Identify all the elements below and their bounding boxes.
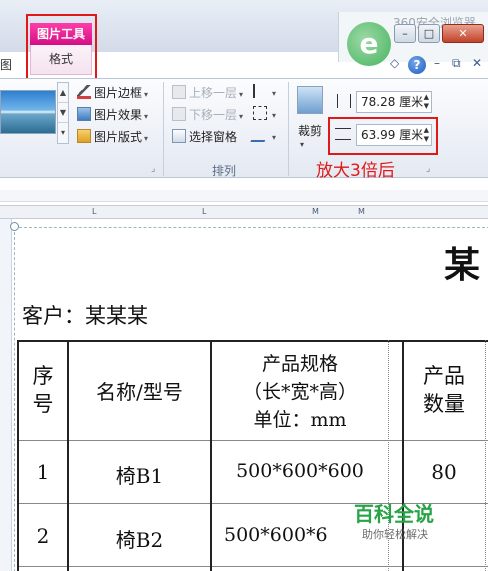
height-icon — [337, 94, 351, 108]
cell-boundary — [485, 340, 486, 571]
gallery-up-icon[interactable]: ▲ — [58, 83, 68, 103]
crop-dropdown-icon[interactable]: ▾ — [300, 140, 304, 149]
watermark-subtitle: 助你轻松解决 — [362, 528, 428, 541]
row-2-seq: 2 — [36, 524, 50, 548]
divider — [288, 82, 289, 176]
header-qty: 产品 数量 — [423, 364, 465, 416]
align-button[interactable]: ▾ — [253, 84, 276, 102]
row-2-name: 椅B2 — [115, 528, 164, 552]
annotation-text: 放大3倍后 — [316, 161, 395, 181]
picture-styles-launcher-icon[interactable]: ⌟ — [151, 164, 155, 174]
document-top-band — [0, 190, 488, 202]
doc-close-icon[interactable]: ✕ — [472, 56, 482, 74]
group-button[interactable]: ▾ — [253, 106, 276, 124]
table-border — [17, 440, 488, 441]
group-icon — [253, 106, 267, 120]
horizontal-ruler[interactable]: L L M M — [0, 205, 488, 219]
doc-restore-icon[interactable]: ⧉ — [452, 56, 461, 74]
table-border — [17, 566, 488, 567]
gallery-more-icon[interactable]: ▾ — [58, 123, 68, 143]
picture-effects-button[interactable]: 图片效果 ▾ — [77, 106, 148, 124]
vertical-ruler — [0, 219, 12, 571]
gallery-scroll[interactable]: ▲ ▼ ▾ — [57, 82, 69, 144]
send-backward-button[interactable]: 下移一层 ▾ — [172, 106, 243, 124]
document-title-partial: 某 — [444, 244, 481, 286]
rotate-icon — [250, 128, 270, 142]
bring-forward-icon — [172, 85, 186, 99]
bring-forward-button[interactable]: 上移一层 ▾ — [172, 84, 243, 102]
ribbon-tab-partial[interactable]: 图 — [0, 56, 12, 73]
watermark-title: 百科全说 — [354, 502, 434, 526]
highlight-box-format-tab — [26, 14, 97, 80]
height-input[interactable]: 78.28 厘米 ▲ ▼ — [356, 91, 432, 113]
height-spinner-icon[interactable]: ▲ ▼ — [424, 93, 429, 111]
help-icon[interactable]: ? — [408, 56, 426, 74]
row-1-qty: 80 — [431, 460, 457, 484]
align-icon — [253, 84, 267, 98]
watermark: 百科全说 助你轻松解决 — [340, 496, 458, 548]
header-seq: 序 号 — [32, 364, 54, 416]
customer-line: 客户：某某某 — [22, 304, 148, 328]
pen-icon — [77, 85, 91, 99]
close-button[interactable]: ✕ — [442, 24, 484, 43]
table-border — [17, 340, 488, 342]
crop-icon[interactable] — [297, 86, 323, 114]
size-launcher-icon[interactable]: ⌟ — [426, 164, 430, 174]
picture-border-button[interactable]: 图片边框 ▾ — [77, 84, 148, 102]
header-spec: 产品规格 （长*宽*高） 单位：mm — [242, 353, 357, 431]
picture-layout-button[interactable]: 图片版式 ▾ — [77, 128, 148, 146]
divider — [163, 82, 164, 176]
picture-style-gallery-thumb[interactable] — [0, 90, 56, 134]
selection-pane-icon — [172, 129, 186, 143]
gallery-down-icon[interactable]: ▼ — [58, 103, 68, 123]
row-1-spec: 500*600*600 — [236, 460, 364, 482]
crop-button[interactable]: 裁剪 — [298, 122, 322, 140]
row-1-seq: 1 — [36, 460, 50, 484]
highlight-box-width — [328, 117, 438, 155]
row-1-name: 椅B1 — [115, 464, 164, 488]
minimize-button[interactable]: – — [394, 24, 416, 43]
doc-minimize-icon[interactable]: – — [434, 56, 440, 74]
layout-icon — [77, 129, 91, 143]
selection-pane-button[interactable]: 选择窗格 — [172, 128, 237, 146]
resize-handle-icon[interactable] — [10, 222, 19, 231]
send-backward-icon — [172, 107, 186, 121]
header-name: 名称/型号 — [96, 380, 183, 404]
arrange-group-label: 排列 — [212, 164, 237, 178]
browser-logo-icon: e — [347, 22, 391, 66]
table-border — [17, 340, 19, 571]
effects-icon — [77, 107, 91, 121]
ribbon-minimize-icon[interactable]: ◇ — [390, 56, 399, 74]
rotate-button[interactable]: ▾ — [250, 128, 276, 146]
maximize-button[interactable]: □ — [418, 24, 440, 43]
